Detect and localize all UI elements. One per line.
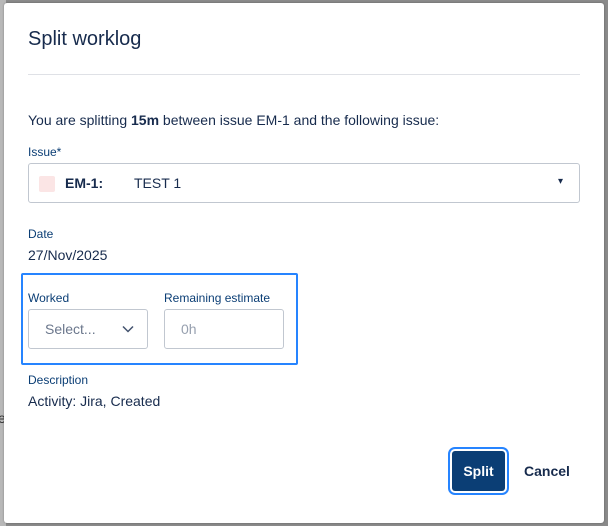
date-value: 27/Nov/2025 — [28, 247, 108, 263]
split-worklog-dialog: Split worklog You are splitting 15m betw… — [4, 3, 604, 523]
worked-label: Worked — [28, 291, 70, 305]
worked-placeholder: Select... — [45, 321, 96, 337]
issue-type-icon — [39, 176, 55, 192]
intro-text: You are splitting 15m between issue EM-1… — [28, 112, 439, 128]
issue-select[interactable]: EM-1: TEST 1 ▾ — [28, 163, 580, 203]
intro-prefix: You are splitting — [28, 112, 131, 128]
title-divider — [28, 74, 580, 75]
remaining-estimate-label: Remaining estimate — [164, 291, 271, 305]
issue-label: Issue* — [28, 145, 62, 159]
split-button[interactable]: Split — [452, 451, 505, 491]
issue-summary: TEST 1 — [134, 175, 182, 191]
remaining-estimate-input[interactable] — [164, 309, 284, 349]
chevron-down-icon[interactable] — [121, 322, 135, 336]
description-label: Description — [28, 373, 89, 387]
cancel-button[interactable]: Cancel — [514, 451, 580, 491]
date-label: Date — [28, 227, 54, 241]
description-value: Activity: Jira, Created — [28, 393, 161, 409]
caret-down-icon[interactable]: ▾ — [558, 176, 563, 187]
intro-amount: 15m — [131, 112, 160, 128]
intro-suffix: between issue EM-1 and the following iss… — [159, 112, 440, 128]
issue-key: EM-1: — [65, 175, 104, 191]
dialog-title: Split worklog — [28, 28, 142, 50]
worked-select[interactable]: Select... — [28, 309, 148, 349]
